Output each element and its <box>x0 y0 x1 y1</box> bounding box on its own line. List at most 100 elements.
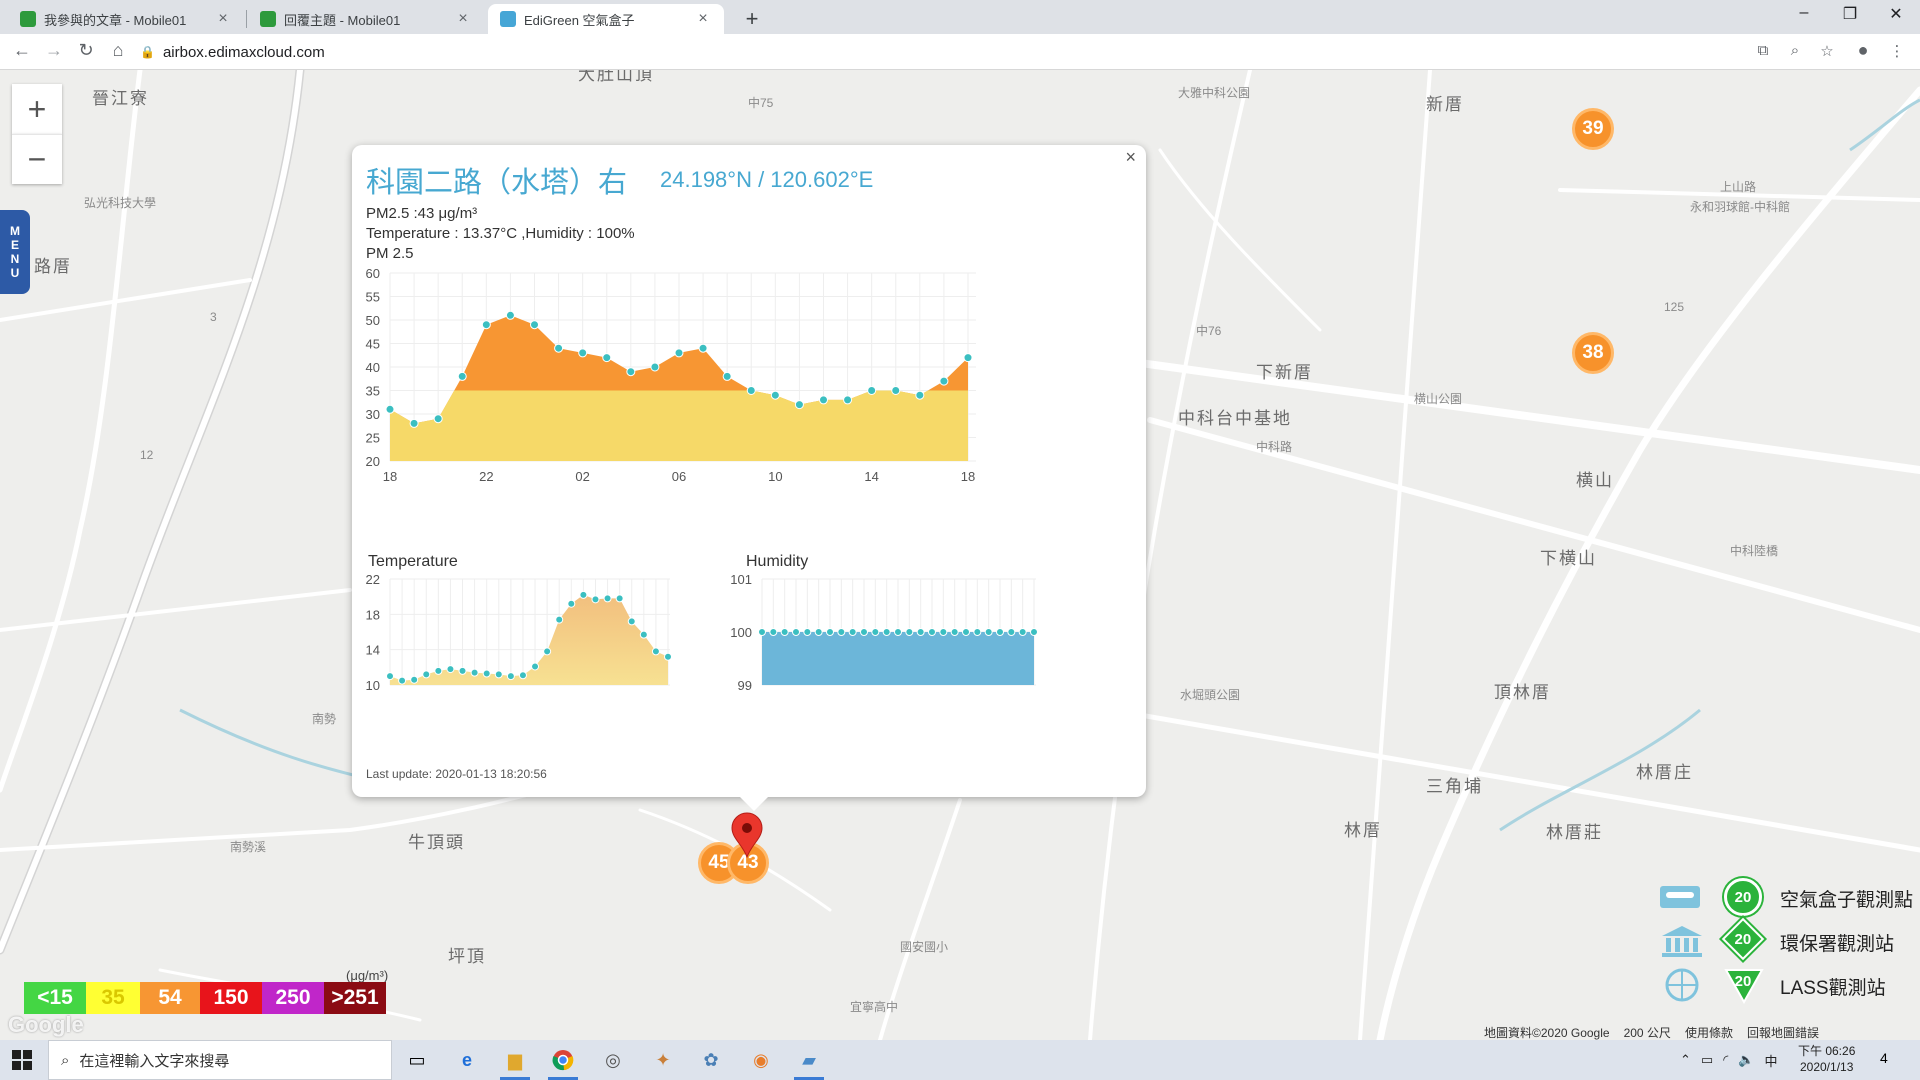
airbox-cluster-marker[interactable]: 39 <box>1572 108 1614 150</box>
data-point <box>814 628 823 636</box>
windows-start-button[interactable] <box>12 1050 32 1070</box>
humidity-area-chart: 101 100 99 <box>730 572 1038 693</box>
data-point <box>928 628 936 636</box>
series-area <box>762 632 1034 685</box>
data-point <box>819 395 828 405</box>
chevron-up-icon[interactable]: ⌃ <box>1680 1052 1691 1068</box>
data-point <box>543 647 552 656</box>
data-point <box>555 615 564 624</box>
edigreen-favicon-icon <box>500 11 516 27</box>
taskbar-search-box[interactable]: ⌕ 在這裡輸入文字來搜尋 <box>48 1040 392 1080</box>
road-label: 中75 <box>748 96 774 110</box>
zoom-icon[interactable]: ⌕ <box>1784 42 1806 59</box>
road-label: 中科陸橋 <box>1730 544 1779 558</box>
menu-letter: U <box>10 266 20 280</box>
data-point <box>916 628 925 636</box>
threshold-band-area <box>390 390 968 461</box>
minimize-window-button[interactable]: – <box>1784 4 1824 22</box>
close-tab-icon[interactable]: × <box>454 10 472 28</box>
more-menu-icon[interactable]: ⋮ <box>1886 42 1908 60</box>
wifi-icon[interactable]: ◜ <box>1723 1052 1728 1068</box>
popup-pointer <box>740 797 768 811</box>
bookmark-star-icon[interactable]: ☆ <box>1816 42 1838 60</box>
zoom-in-button[interactable]: + <box>12 84 62 134</box>
network-icon[interactable]: ▭ <box>1701 1052 1713 1068</box>
profile-avatar-icon[interactable]: ● <box>1852 40 1874 61</box>
system-tray: ⌃ ▭ ◜ 🔈 中 <box>1680 1040 1777 1080</box>
close-tab-icon[interactable]: × <box>694 10 712 28</box>
data-point <box>481 320 491 330</box>
data-point <box>984 628 993 636</box>
home-icon[interactable]: ⌂ <box>106 40 130 61</box>
volume-icon[interactable]: 🔈 <box>1738 1052 1754 1068</box>
taskbar-clock[interactable]: 下午 06:26 2020/1/13 <box>1798 1043 1855 1075</box>
chrome-browser-icon[interactable] <box>548 1046 578 1080</box>
place-label: 下新厝 <box>1256 363 1313 382</box>
tab-mobile01-articles[interactable]: 我參與的文章 - Mobile01 × <box>8 4 244 34</box>
zoom-out-button[interactable]: − <box>12 134 62 184</box>
blender-icon[interactable]: ◉ <box>746 1046 776 1074</box>
tab-mobile01-reply[interactable]: 回覆主題 - Mobile01 × <box>248 4 484 34</box>
data-point <box>915 390 925 400</box>
tab-edigreen-airbox[interactable]: EdiGreen 空氣盒子 × <box>488 4 724 34</box>
restore-window-button[interactable]: ❐ <box>1830 4 1870 24</box>
menu-side-tab[interactable]: M E N U <box>0 210 30 294</box>
x-tick-label: 18 <box>383 469 397 484</box>
data-point <box>458 666 467 675</box>
close-window-button[interactable]: ✕ <box>1876 4 1916 24</box>
place-label: 三角埔 <box>1426 777 1483 796</box>
app-icon[interactable]: ▰ <box>794 1046 824 1080</box>
legend-epa: 20 環保署觀測站 <box>1656 917 1920 962</box>
translate-icon[interactable]: ⧉ <box>1752 42 1774 59</box>
back-arrow-icon[interactable]: ← <box>10 40 34 61</box>
data-point <box>650 362 660 372</box>
temperature-humidity-reading: Temperature : 13.37°C ,Humidity : 100% <box>366 225 635 242</box>
data-point <box>639 630 648 639</box>
y-tick-label: 14 <box>366 643 380 658</box>
address-bar[interactable]: 🔒 airbox.edimaxcloud.com <box>140 38 1740 66</box>
selected-location-pin-icon[interactable] <box>730 812 764 863</box>
terms-link[interactable]: 使用條款 <box>1685 1024 1733 1041</box>
road-label: 12 <box>140 448 154 462</box>
data-point <box>963 353 973 363</box>
pm25-reading: PM2.5 :43 μg/m³ <box>366 205 478 222</box>
data-point <box>882 628 891 636</box>
place-label: 晉江寮 <box>92 89 149 108</box>
data-point <box>603 594 612 603</box>
airbox-cluster-marker[interactable]: 38 <box>1572 332 1614 374</box>
edge-browser-icon[interactable]: e <box>452 1046 482 1074</box>
menu-letter: M <box>10 224 20 238</box>
ime-indicator[interactable]: 中 <box>1764 1051 1777 1070</box>
app-icon[interactable]: ✿ <box>696 1046 726 1074</box>
x-tick-label: 18 <box>961 469 975 484</box>
data-point <box>780 628 789 636</box>
place-label: 坪頂 <box>448 947 486 966</box>
data-point <box>674 348 684 358</box>
legend-airbox: 20 空氣盒子觀測點 <box>1656 878 1920 918</box>
report-map-error-link[interactable]: 回報地圖錯誤 <box>1747 1024 1819 1041</box>
search-placeholder: 在這裡輸入文字來搜尋 <box>79 1052 230 1070</box>
legend-badge: 20 <box>1734 972 1752 990</box>
road-label: 永和羽球館-中科館 <box>1690 200 1790 214</box>
forward-arrow-icon[interactable]: → <box>42 40 66 61</box>
data-point <box>792 628 800 636</box>
data-point <box>891 386 901 395</box>
reload-icon[interactable]: ↻ <box>74 40 98 61</box>
popup-close-button[interactable]: × <box>1125 147 1136 168</box>
y-tick-label: 10 <box>366 678 380 693</box>
app-icon[interactable]: ◎ <box>598 1046 628 1074</box>
place-label: 牛頂頭 <box>408 833 465 852</box>
data-point <box>860 628 868 636</box>
data-point <box>794 400 804 410</box>
close-tab-icon[interactable]: × <box>214 10 232 28</box>
new-tab-button[interactable]: + <box>738 6 766 32</box>
airbox-icon <box>1660 886 1700 908</box>
place-label: 林厝 <box>1344 821 1382 840</box>
file-explorer-icon[interactable]: ▆ <box>500 1046 530 1080</box>
notification-center-icon[interactable]: 4 <box>1880 1050 1888 1066</box>
data-point <box>579 590 588 599</box>
road-label: 3 <box>210 310 217 324</box>
data-point <box>385 404 395 414</box>
app-icon[interactable]: ✦ <box>648 1046 678 1074</box>
task-view-icon[interactable]: ▭ <box>402 1046 432 1074</box>
